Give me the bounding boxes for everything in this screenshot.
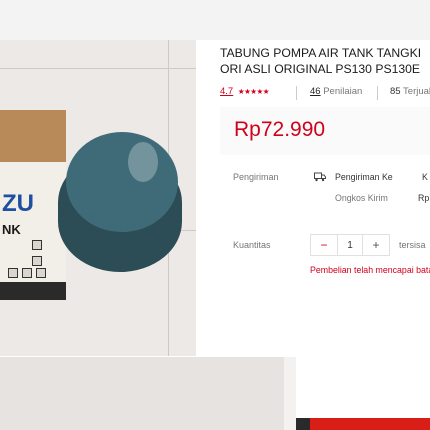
- shipping-label: Pengiriman: [233, 172, 279, 182]
- price: Rp72.990: [234, 118, 326, 141]
- sold-label: Terjual: [403, 86, 430, 97]
- floor-tile-line: [0, 68, 196, 69]
- reviews[interactable]: 46 Penilaian: [310, 86, 362, 97]
- top-bar: [0, 0, 430, 40]
- product-box-foot: [0, 282, 66, 300]
- box-checkbox-mark: [36, 268, 46, 278]
- divider: [296, 86, 297, 100]
- quantity-increment-button[interactable]: +: [363, 235, 389, 255]
- quantity-stepper: − 1 +: [310, 234, 390, 256]
- rating[interactable]: 4.7 ★★★★★: [220, 86, 269, 97]
- truck-icon: [314, 172, 326, 182]
- quantity-input[interactable]: 1: [337, 235, 363, 255]
- product-box: ZU NK: [0, 110, 66, 300]
- box-checkbox-mark: [22, 268, 32, 278]
- product-image-thumbnail[interactable]: [0, 357, 296, 430]
- product-title: TABUNG POMPA AIR TANK TANGKI ORI ASLI OR…: [220, 45, 430, 77]
- sold: 85 Terjual: [390, 86, 430, 97]
- banner-strip-dark: [296, 418, 310, 430]
- shipping-cost-value: Rp: [418, 193, 430, 203]
- box-checkbox-mark: [8, 268, 18, 278]
- product-title-line1: TABUNG POMPA AIR TANK TANGKI: [220, 46, 422, 60]
- air-tank-highlight: [128, 142, 158, 182]
- shipping-to-label: Pengiriman Ke: [335, 172, 393, 182]
- sold-count: 85: [390, 86, 401, 97]
- star-icons: ★★★★★: [237, 87, 270, 96]
- thumbnail-edge: [284, 357, 296, 430]
- product-box-text: NK: [2, 222, 21, 237]
- air-tank: [58, 132, 182, 272]
- air-tank-cap: [66, 132, 178, 232]
- box-checkbox-mark: [32, 240, 42, 250]
- product-image[interactable]: ZU NK: [0, 40, 196, 356]
- reviews-label: Penilaian: [323, 86, 363, 97]
- box-checkbox-mark: [32, 256, 42, 266]
- reviews-count: 46: [310, 86, 321, 97]
- stock-text: tersisa: [399, 240, 426, 250]
- purchase-limit-warning: Pembelian telah mencapai batas: [310, 265, 430, 275]
- price-section: Rp72.990: [220, 107, 430, 155]
- banner-strip: [296, 418, 430, 430]
- shipping-cost-label: Ongkos Kirim: [335, 193, 388, 203]
- shipping-to-value[interactable]: K: [422, 172, 428, 182]
- quantity-decrement-button[interactable]: −: [311, 235, 337, 255]
- divider: [377, 86, 378, 100]
- product-title-line2: ORI ASLI ORIGINAL PS130 PS130E: [220, 62, 421, 76]
- rating-value: 4.7: [220, 86, 234, 97]
- product-box-logo: ZU: [2, 190, 34, 217]
- quantity-label: Kuantitas: [233, 240, 271, 250]
